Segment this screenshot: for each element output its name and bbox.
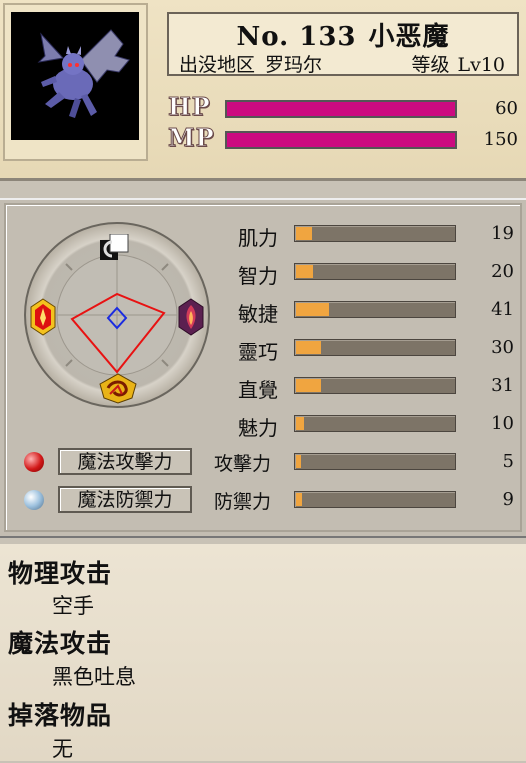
red-fire-crest-icon [30, 298, 56, 336]
magic-attack-title: 魔法攻击 [8, 629, 113, 658]
stat-fill-attack [296, 455, 301, 468]
level-label: 等级 [411, 54, 450, 76]
stat-fill-strength [296, 227, 312, 240]
stat-bar-intuition [294, 377, 456, 394]
level-value: Lv10 [457, 54, 505, 76]
stat-value-charm: 10 [491, 413, 514, 434]
physical-attack-title: 物理攻击 [8, 559, 113, 588]
stat-bar-intelligence [294, 263, 456, 280]
stat-label-agility: 敏捷 [238, 302, 278, 326]
monster-title: No. 133 小恶魔 [169, 16, 517, 53]
monster-number: No. 133 [236, 22, 357, 52]
monster-name: 小恶魔 [368, 22, 450, 52]
element-wheel [24, 222, 210, 408]
stat-value-defense: 9 [502, 489, 514, 510]
stat-bar-strength [294, 225, 456, 242]
stat-bar-charm [294, 415, 456, 432]
stat-fill-defense [296, 493, 302, 506]
blue-orb-icon [24, 490, 44, 510]
stat-label-defense: 防禦力 [214, 491, 272, 513]
stat-label-attack: 攻擊力 [214, 453, 272, 475]
drop-items-title: 掉落物品 [8, 701, 113, 730]
area-row: 出没地区 罗玛尔 [179, 50, 322, 77]
hp-label: HP [168, 92, 211, 122]
level-row: 等级 Lv10 [411, 50, 505, 77]
hp-value: 60 [495, 98, 518, 119]
drop-items-value: 无 [52, 737, 73, 761]
stat-value-dexterity: 30 [491, 337, 514, 358]
stat-value-agility: 41 [491, 299, 514, 320]
stat-value-intelligence: 20 [491, 261, 514, 282]
stat-fill-agility [296, 303, 329, 316]
white-square-moon-icon [100, 234, 129, 260]
stat-fill-charm [296, 417, 304, 430]
stat-label-intuition: 直覺 [238, 378, 278, 402]
red-orb-icon [24, 452, 44, 472]
stat-bar-attack [294, 453, 456, 470]
magic-attack-button[interactable]: 魔法攻擊力 [58, 448, 192, 475]
stat-value-strength: 19 [491, 223, 514, 244]
stat-fill-intuition [296, 379, 321, 392]
stat-label-intelligence: 智力 [238, 264, 278, 288]
stats-panel: 肌力 19 智力 20 敏捷 41 靈巧 30 直覺 31 魅力 10 魔法攻擊… [0, 198, 526, 538]
stat-label-dexterity: 靈巧 [238, 340, 278, 364]
gargoyle-portrait-icon [11, 12, 139, 140]
stat-label-strength: 肌力 [238, 226, 278, 250]
details-panel: 物理攻击 空手 魔法攻击 黑色吐息 掉落物品 无 [0, 544, 526, 761]
hp-bar [225, 100, 457, 118]
magic-attack-value: 黑色吐息 [52, 665, 136, 689]
stat-bar-defense [294, 491, 456, 508]
monster-header-panel: No. 133 小恶魔 出没地区 罗玛尔 等级 Lv10 HP 60 MP 150 [0, 0, 526, 181]
stat-fill-intelligence [296, 265, 313, 278]
stat-value-intuition: 31 [491, 375, 514, 396]
area-label: 出没地区 [179, 54, 256, 76]
monster-portrait [11, 12, 139, 140]
gold-swirl-crest-icon [99, 373, 137, 404]
monster-info-box: No. 133 小恶魔 出没地区 罗玛尔 等级 Lv10 [167, 12, 519, 76]
magic-defense-button[interactable]: 魔法防禦力 [58, 486, 192, 513]
area-value: 罗玛尔 [265, 54, 323, 76]
purple-flame-crest-icon [178, 298, 204, 336]
stat-fill-dexterity [296, 341, 321, 354]
portrait-frame [3, 3, 148, 161]
mp-label: MP [168, 123, 215, 153]
stat-label-charm: 魅力 [238, 416, 278, 440]
stat-bar-agility [294, 301, 456, 318]
mp-value: 150 [483, 129, 518, 150]
mp-bar [225, 131, 457, 149]
physical-attack-value: 空手 [52, 594, 94, 618]
stat-value-attack: 5 [502, 451, 514, 472]
stat-bar-dexterity [294, 339, 456, 356]
